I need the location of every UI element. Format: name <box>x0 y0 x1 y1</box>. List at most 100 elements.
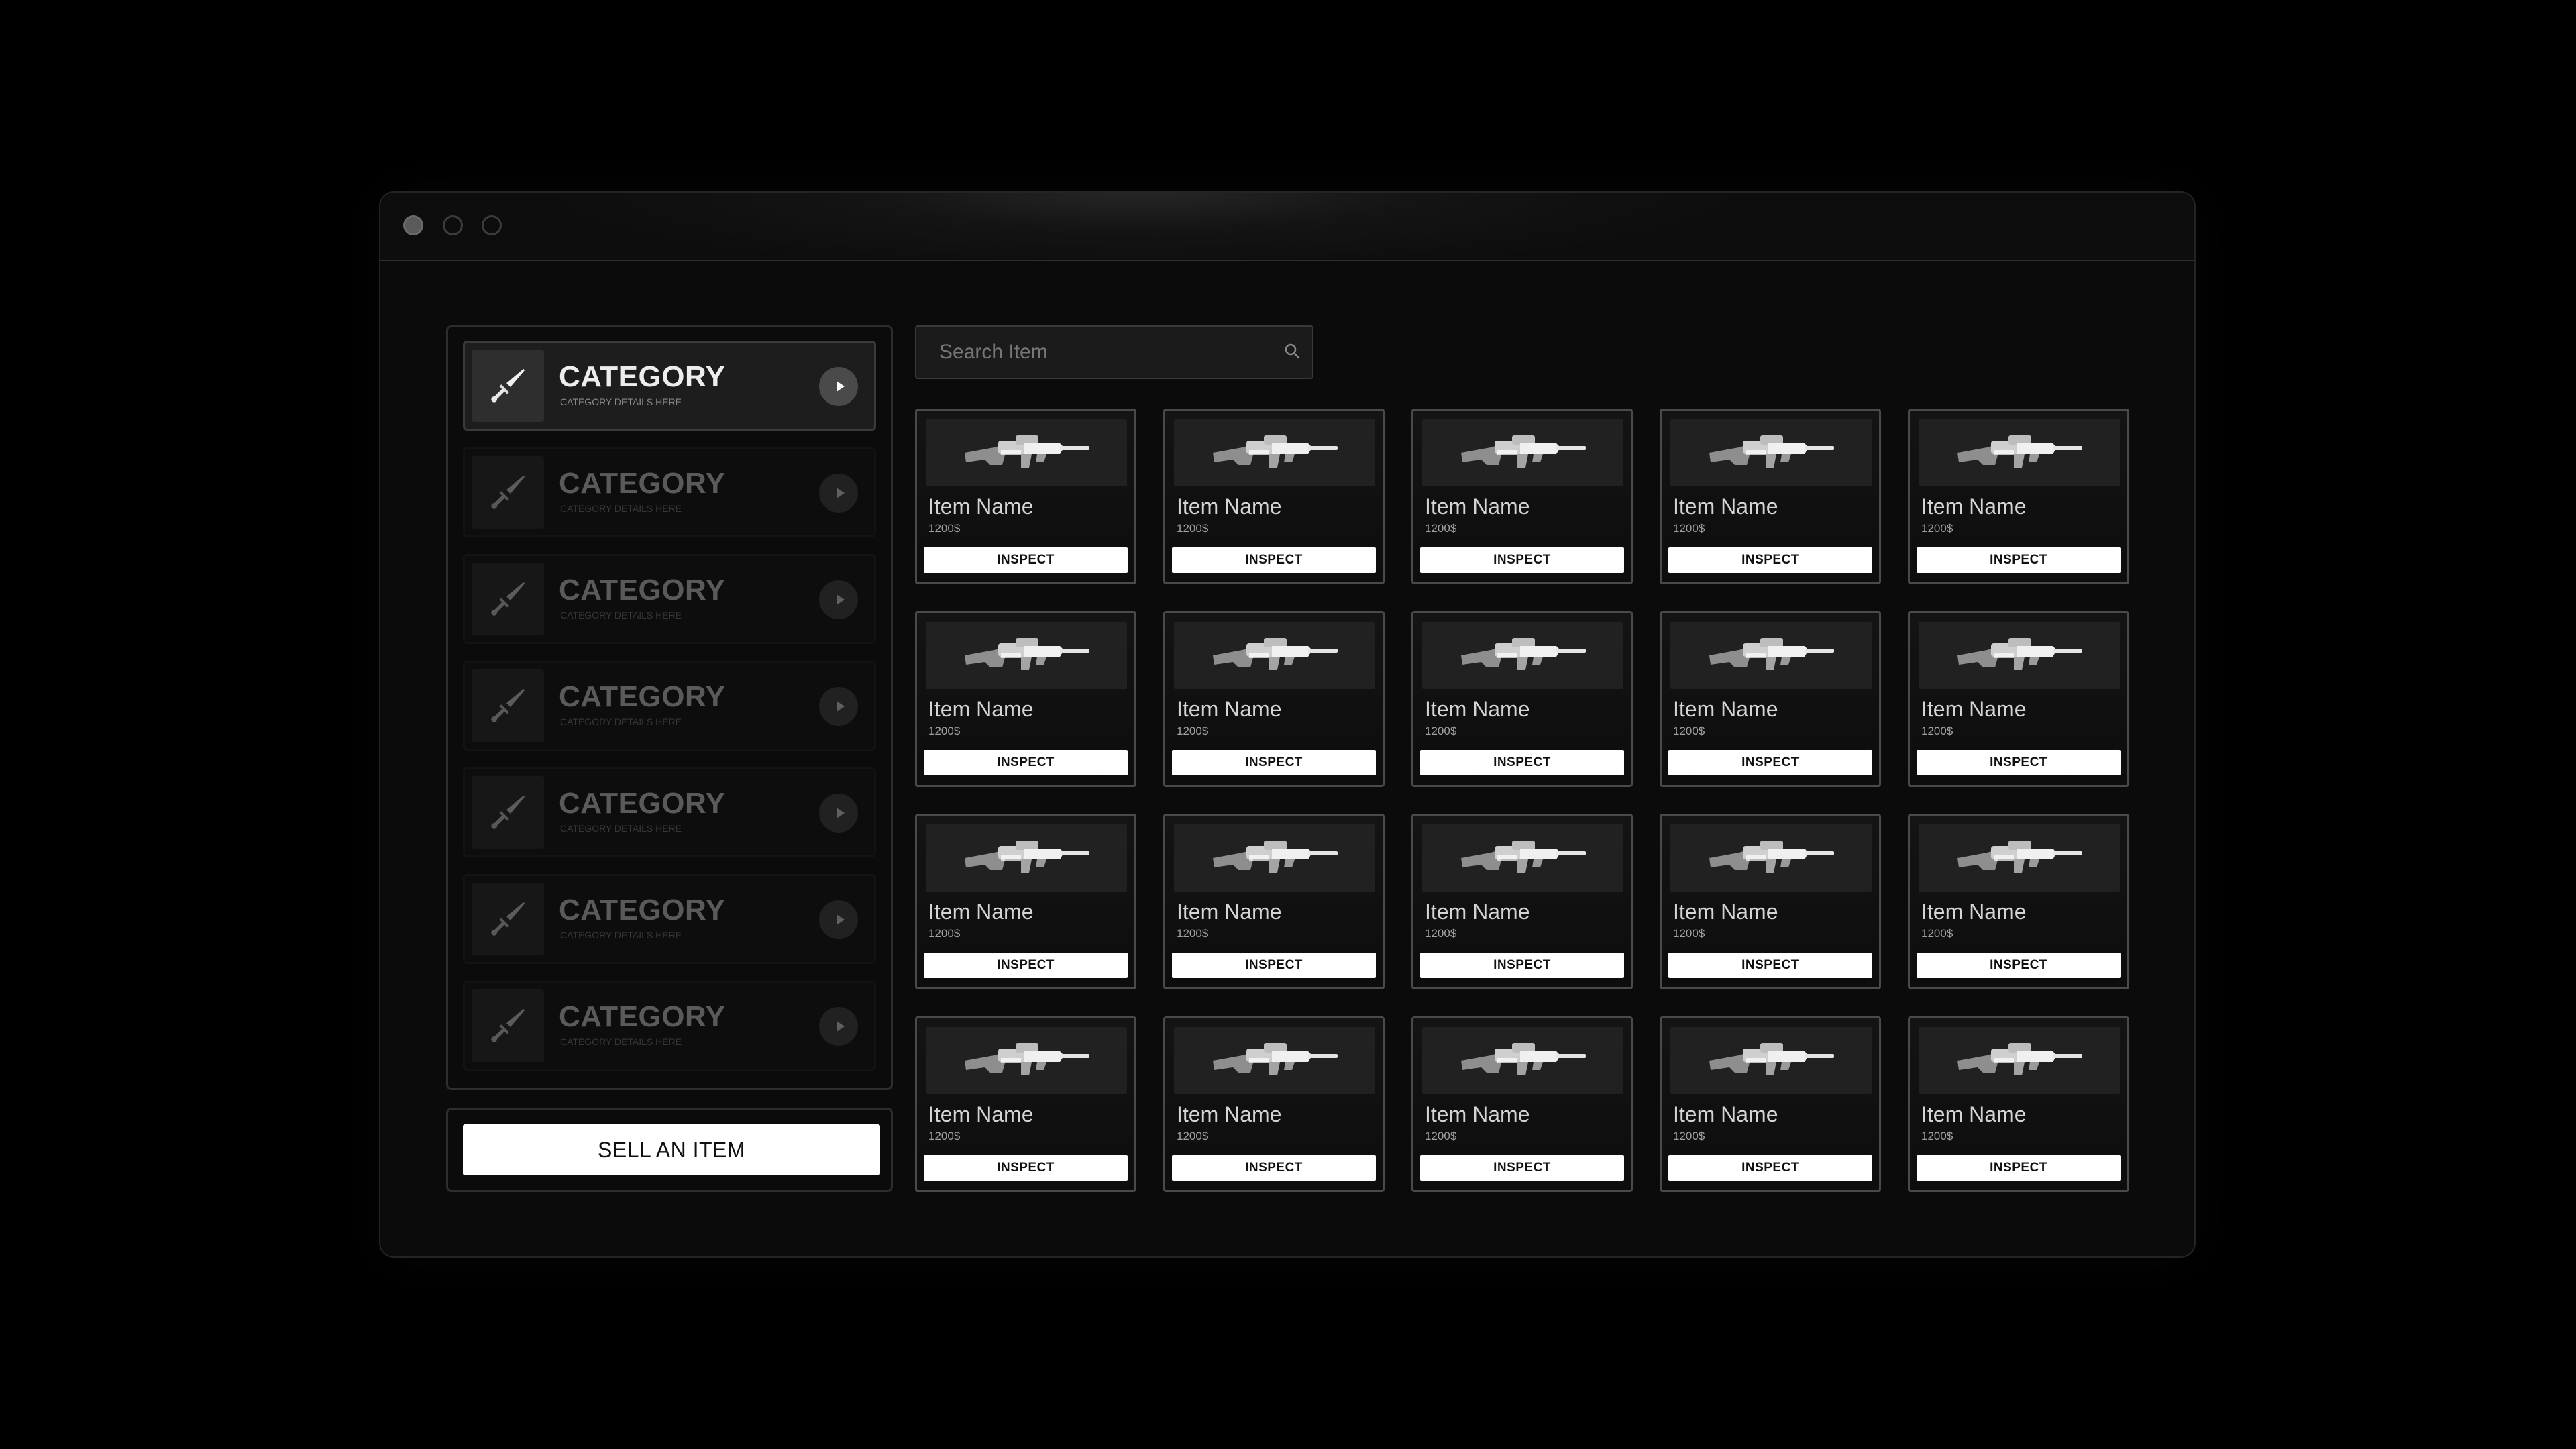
category-item[interactable]: CATEGORY CATEGORY DETAILS HERE <box>463 447 876 537</box>
item-thumbnail <box>926 824 1127 892</box>
sword-icon <box>487 578 529 620</box>
item-card[interactable]: Item Name 1200$ INSPECT <box>1908 409 2129 584</box>
item-card[interactable]: Item Name 1200$ INSPECT <box>915 814 1136 989</box>
category-play-button[interactable] <box>819 1007 858 1046</box>
item-price: 1200$ <box>1177 927 1209 940</box>
item-name: Item Name <box>1177 1102 1282 1126</box>
item-card[interactable]: Item Name 1200$ INSPECT <box>915 1016 1136 1192</box>
inspect-button[interactable]: INSPECT <box>924 547 1128 573</box>
window-minimize-button[interactable] <box>443 215 463 235</box>
rifle-icon <box>959 427 1093 478</box>
category-play-button[interactable] <box>819 794 858 833</box>
item-card[interactable]: Item Name 1200$ INSPECT <box>1660 409 1881 584</box>
item-price: 1200$ <box>1177 724 1209 737</box>
item-thumbnail <box>1670 824 1872 892</box>
category-play-button[interactable] <box>819 474 858 513</box>
window-maximize-button[interactable] <box>482 215 502 235</box>
inspect-button[interactable]: INSPECT <box>1668 750 1872 775</box>
item-card[interactable]: Item Name 1200$ INSPECT <box>1660 611 1881 787</box>
category-icon-box <box>472 669 544 742</box>
item-card[interactable]: Item Name 1200$ INSPECT <box>1163 814 1385 989</box>
play-icon <box>833 486 847 500</box>
inspect-button[interactable]: INSPECT <box>1917 750 2121 775</box>
inspect-button[interactable]: INSPECT <box>1172 953 1376 978</box>
category-item[interactable]: CATEGORY CATEGORY DETAILS HERE <box>463 981 876 1071</box>
sell-an-item-button[interactable]: SELL AN ITEM <box>463 1124 880 1175</box>
item-thumbnail <box>1670 419 1872 486</box>
inspect-button[interactable]: INSPECT <box>1172 750 1376 775</box>
item-price: 1200$ <box>928 522 961 535</box>
item-thumbnail <box>1670 1027 1872 1094</box>
rifle-icon <box>1952 630 2086 681</box>
item-card[interactable]: Item Name 1200$ INSPECT <box>1660 814 1881 989</box>
search-icon[interactable] <box>1284 343 1301 360</box>
inspect-button[interactable]: INSPECT <box>924 750 1128 775</box>
category-play-button[interactable] <box>819 687 858 726</box>
item-card[interactable]: Item Name 1200$ INSPECT <box>1163 409 1385 584</box>
rifle-icon <box>1456 833 1590 883</box>
play-icon <box>833 699 847 714</box>
item-card[interactable]: Item Name 1200$ INSPECT <box>1163 1016 1385 1192</box>
item-card[interactable]: Item Name 1200$ INSPECT <box>915 409 1136 584</box>
item-name: Item Name <box>928 697 1034 721</box>
inspect-button[interactable]: INSPECT <box>1172 1155 1376 1181</box>
item-thumbnail <box>926 419 1127 486</box>
item-card[interactable]: Item Name 1200$ INSPECT <box>1908 611 2129 787</box>
category-title: CATEGORY <box>559 467 726 500</box>
category-play-button[interactable] <box>819 580 858 619</box>
inspect-button[interactable]: INSPECT <box>1172 547 1376 573</box>
inspect-button[interactable]: INSPECT <box>1420 953 1624 978</box>
inspect-button[interactable]: INSPECT <box>1917 953 2121 978</box>
play-icon <box>833 912 847 927</box>
item-name: Item Name <box>1673 900 1778 924</box>
item-card[interactable]: Item Name 1200$ INSPECT <box>1411 814 1633 989</box>
inspect-button[interactable]: INSPECT <box>924 953 1128 978</box>
sword-icon <box>487 685 529 727</box>
category-play-button[interactable] <box>819 367 858 406</box>
item-thumbnail <box>1174 1027 1375 1094</box>
category-subtitle: CATEGORY DETAILS HERE <box>560 930 682 941</box>
item-card[interactable]: Item Name 1200$ INSPECT <box>1908 814 2129 989</box>
inspect-button[interactable]: INSPECT <box>1668 953 1872 978</box>
item-card[interactable]: Item Name 1200$ INSPECT <box>1660 1016 1881 1192</box>
item-card[interactable]: Item Name 1200$ INSPECT <box>1411 409 1633 584</box>
item-name: Item Name <box>1921 900 2027 924</box>
item-card[interactable]: Item Name 1200$ INSPECT <box>1411 1016 1633 1192</box>
category-title: CATEGORY <box>559 894 726 926</box>
item-price: 1200$ <box>1921 927 1953 940</box>
search-input[interactable] <box>916 327 1265 378</box>
rifle-icon <box>1704 630 1838 681</box>
category-item[interactable]: CATEGORY CATEGORY DETAILS HERE <box>463 554 876 644</box>
item-card[interactable]: Item Name 1200$ INSPECT <box>1908 1016 2129 1192</box>
inspect-button[interactable]: INSPECT <box>1668 1155 1872 1181</box>
item-name: Item Name <box>1921 697 2027 721</box>
inspect-button[interactable]: INSPECT <box>1917 547 2121 573</box>
play-icon <box>833 1019 847 1034</box>
inspect-button[interactable]: INSPECT <box>1668 547 1872 573</box>
inspect-button[interactable]: INSPECT <box>1420 1155 1624 1181</box>
item-name: Item Name <box>1425 1102 1530 1126</box>
item-price: 1200$ <box>1425 1130 1457 1142</box>
rifle-icon <box>1704 833 1838 883</box>
category-play-button[interactable] <box>819 900 858 939</box>
item-card[interactable]: Item Name 1200$ INSPECT <box>915 611 1136 787</box>
inspect-button[interactable]: INSPECT <box>924 1155 1128 1181</box>
item-card[interactable]: Item Name 1200$ INSPECT <box>1163 611 1385 787</box>
inspect-button[interactable]: INSPECT <box>1420 547 1624 573</box>
window-close-button[interactable] <box>403 215 423 235</box>
item-price: 1200$ <box>1673 927 1705 940</box>
inspect-button[interactable]: INSPECT <box>1420 750 1624 775</box>
category-item[interactable]: CATEGORY CATEGORY DETAILS HERE <box>463 341 876 431</box>
item-thumbnail <box>1422 1027 1623 1094</box>
rifle-icon <box>959 833 1093 883</box>
category-item[interactable]: CATEGORY CATEGORY DETAILS HERE <box>463 767 876 857</box>
inspect-button[interactable]: INSPECT <box>1917 1155 2121 1181</box>
item-price: 1200$ <box>1921 724 1953 737</box>
item-name: Item Name <box>1921 494 2027 519</box>
category-subtitle: CATEGORY DETAILS HERE <box>560 716 682 727</box>
category-item[interactable]: CATEGORY CATEGORY DETAILS HERE <box>463 661 876 751</box>
item-card[interactable]: Item Name 1200$ INSPECT <box>1411 611 1633 787</box>
category-icon-box <box>472 350 544 422</box>
sword-icon <box>487 1005 529 1046</box>
category-item[interactable]: CATEGORY CATEGORY DETAILS HERE <box>463 874 876 964</box>
